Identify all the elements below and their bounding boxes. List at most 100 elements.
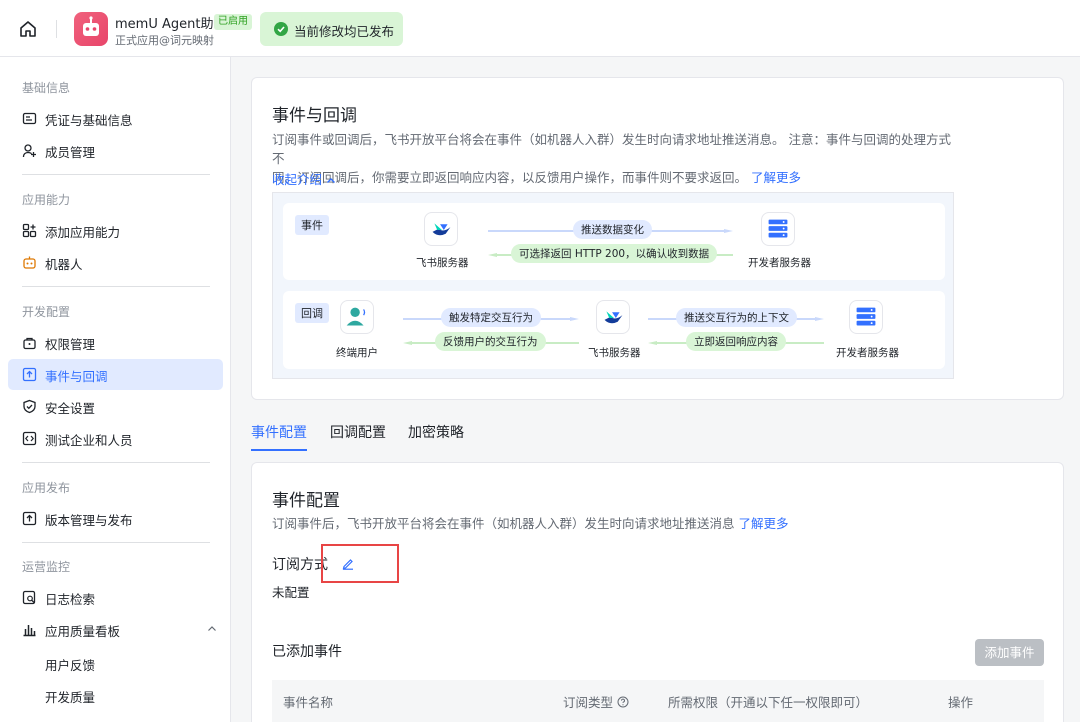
- upload-box-icon: [22, 511, 37, 526]
- sidebar: 基础信息 凭证与基础信息 成员管理 应用能力 添加应用能力 机器人 开发配置 权…: [0, 57, 231, 722]
- group-title-capabilities: 应用能力: [22, 193, 71, 207]
- lock-icon: [23, 337, 36, 350]
- sidebar-item-robot[interactable]: 机器人: [8, 247, 223, 278]
- sidebar-divider: [22, 462, 210, 463]
- tab-event-config[interactable]: 事件配置: [251, 422, 307, 442]
- flow-diagram: 事件 飞书服务器 推送数据变化 可选择返回 HTTP 200，以确认收到数据 开…: [272, 192, 954, 379]
- event-config-description: 订阅事件后，飞书开放平台将会在事件（如机器人入群）发生时向请求地址推送消息 了解…: [272, 514, 789, 533]
- return-now-pill: 立即返回响应内容: [686, 332, 786, 351]
- push-context-pill: 推送交互行为的上下文: [676, 308, 797, 327]
- feishu-server-label: 飞书服务器: [588, 347, 641, 359]
- chevron-up-icon[interactable]: [207, 624, 217, 634]
- help-circle-icon[interactable]: [617, 696, 629, 708]
- push-change-pill: 推送数据变化: [573, 220, 652, 239]
- intro-desc-line-2: 同。订阅回调后，你需要立即返回响应内容，以反馈用户操作，而事件则不要求返回。: [272, 170, 748, 185]
- collapse-intro-link[interactable]: 收起介绍: [272, 169, 336, 188]
- sidebar-item-log-search[interactable]: 日志检索: [8, 582, 223, 613]
- column-required-permissions[interactable]: 所需权限（开通以下任一权限即可）: [668, 692, 868, 711]
- event-upload-icon: [22, 367, 37, 382]
- event-tag: 事件: [295, 215, 329, 235]
- check-circle-icon: [274, 22, 288, 36]
- tab-callback-config[interactable]: 回调配置: [330, 422, 386, 442]
- add-event-button[interactable]: 添加事件: [975, 639, 1044, 666]
- sidebar-item-permissions[interactable]: 权限管理: [8, 327, 223, 358]
- tab-encryption[interactable]: 加密策略: [408, 422, 464, 442]
- sidebar-item-label: 事件与回调: [45, 369, 108, 384]
- sidebar-subitem-dev-quality[interactable]: 开发质量: [45, 687, 95, 706]
- feishu-server-label: 飞书服务器: [416, 257, 469, 269]
- group-title-dev-config: 开发配置: [22, 305, 71, 319]
- column-subscription-type[interactable]: 订阅类型: [563, 692, 629, 711]
- top-header: memU Agent助手 已启用 正式应用@词元映射 当前修改均已发布: [0, 0, 1080, 57]
- sidebar-item-version-release[interactable]: 版本管理与发布: [8, 503, 223, 534]
- group-title-publish: 应用发布: [22, 481, 71, 495]
- chevron-up-icon: [327, 177, 335, 183]
- shield-icon: [23, 399, 36, 414]
- added-events-title: 已添加事件: [272, 644, 342, 660]
- apps-add-icon: [22, 223, 37, 238]
- id-card-icon: [22, 112, 37, 125]
- feishu-server-icon: [424, 212, 458, 246]
- app-robot-icon: [74, 12, 108, 46]
- highlight-annotation-box: [321, 544, 399, 583]
- sidebar-item-members[interactable]: 成员管理: [8, 135, 223, 166]
- home-icon[interactable]: [18, 19, 38, 39]
- intro-description: 订阅事件或回调后，飞书开放平台将会在事件（如机器人入群）发生时向请求地址推送消息…: [272, 130, 952, 187]
- sidebar-item-label: 成员管理: [45, 145, 96, 160]
- sidebar-item-credentials[interactable]: 凭证与基础信息: [8, 103, 223, 134]
- sidebar-item-label: 权限管理: [45, 337, 96, 352]
- column-subscription-type-label: 订阅类型: [563, 695, 614, 710]
- sidebar-item-add-capability[interactable]: 添加应用能力: [8, 215, 223, 246]
- sidebar-divider: [22, 174, 210, 175]
- developer-server-icon: [761, 212, 795, 246]
- sidebar-item-label: 应用质量看板: [45, 624, 121, 639]
- developer-server-label: 开发者服务器: [748, 257, 811, 269]
- subscription-method-label: 订阅方式: [272, 557, 328, 573]
- trigger-action-pill: 触发特定交互行为: [441, 308, 541, 327]
- developer-server-icon: [849, 300, 883, 334]
- callback-tag: 回调: [295, 303, 329, 323]
- sidebar-item-label: 安全设置: [45, 401, 96, 416]
- group-title-monitoring: 运营监控: [22, 560, 71, 574]
- intro-learn-more-link[interactable]: 了解更多: [751, 170, 801, 185]
- sidebar-item-label: 测试企业和人员: [45, 433, 133, 448]
- optional-return-pill: 可选择返回 HTTP 200，以确认收到数据: [511, 244, 718, 263]
- publish-toast: 当前修改均已发布: [260, 12, 403, 46]
- toast-text: 当前修改均已发布: [294, 24, 395, 39]
- sidebar-item-label: 机器人: [45, 257, 83, 272]
- end-user-label: 终端用户: [336, 347, 378, 359]
- feishu-server-icon: [596, 300, 630, 334]
- column-event-name[interactable]: 事件名称: [283, 692, 333, 711]
- code-icon: [22, 431, 37, 446]
- event-config-learn-more-link[interactable]: 了解更多: [739, 516, 789, 531]
- event-config-desc-text: 订阅事件后，飞书开放平台将会在事件（如机器人入群）发生时向请求地址推送消息: [272, 516, 735, 531]
- app-name: memU Agent助手: [115, 17, 227, 32]
- active-tab-underline: [251, 449, 307, 451]
- sidebar-item-events-callbacks[interactable]: 事件与回调: [8, 359, 223, 390]
- column-actions: 操作: [948, 695, 974, 710]
- app-status-badge: 已启用: [214, 14, 252, 30]
- intro-desc-line-1: 订阅事件或回调后，飞书开放平台将会在事件（如机器人入群）发生时向请求地址推送消息…: [272, 132, 951, 166]
- event-lane: 事件 飞书服务器 推送数据变化 可选择返回 HTTP 200，以确认收到数据 开…: [283, 203, 945, 280]
- developer-server-label: 开发者服务器: [836, 347, 899, 359]
- log-search-icon: [22, 590, 36, 605]
- end-user-icon: [340, 300, 374, 334]
- feedback-action-pill: 反馈用户的交互行为: [435, 332, 546, 351]
- collapse-intro-label: 收起介绍: [272, 172, 323, 187]
- sidebar-item-label: 版本管理与发布: [45, 513, 133, 528]
- intro-title: 事件与回调: [272, 106, 357, 126]
- sidebar-subitem-user-feedback[interactable]: 用户反馈: [45, 655, 95, 674]
- group-title-basic: 基础信息: [22, 81, 71, 95]
- sidebar-item-quality-dashboard[interactable]: 应用质量看板: [8, 614, 223, 645]
- user-add-icon: [22, 144, 36, 158]
- subscription-method-value: 未配置: [272, 585, 310, 600]
- event-config-title: 事件配置: [272, 491, 340, 511]
- callback-lane: 回调 终端用户 触发特定交互行为 反馈用户的交互行为 飞书服务器 推送交互行为的…: [283, 291, 945, 369]
- sidebar-item-label: 凭证与基础信息: [45, 113, 133, 128]
- header-divider: [56, 20, 57, 38]
- sidebar-item-label: 日志检索: [45, 592, 96, 607]
- bar-chart-icon: [23, 625, 36, 637]
- sidebar-item-test-tenant[interactable]: 测试企业和人员: [8, 423, 223, 454]
- sidebar-item-security[interactable]: 安全设置: [8, 391, 223, 422]
- sidebar-divider: [22, 286, 210, 287]
